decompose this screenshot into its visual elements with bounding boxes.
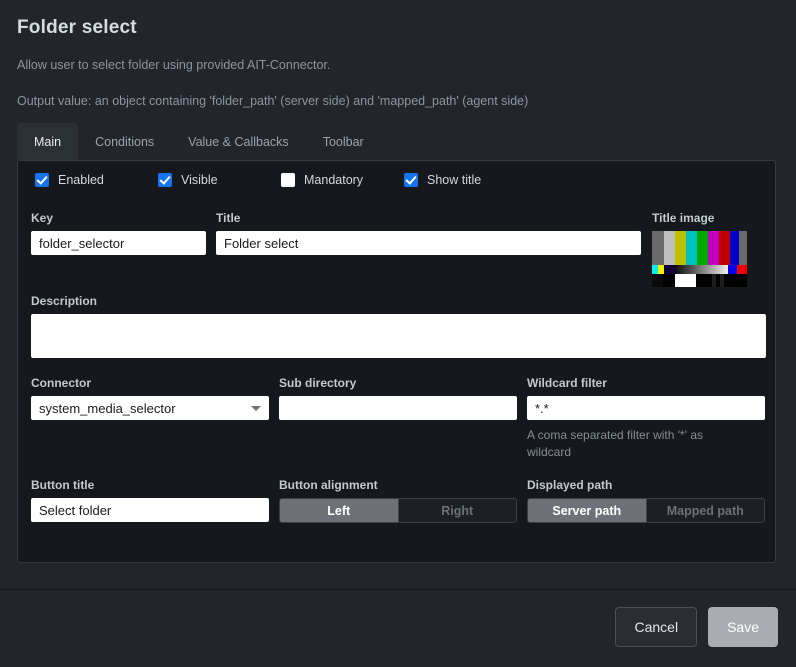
cancel-button[interactable]: Cancel	[615, 607, 698, 647]
checkbox-mandatory-label: Mandatory	[304, 173, 364, 187]
displayed-path-segmented: Server path Mapped path	[527, 498, 765, 523]
displayed-path-label: Displayed path	[527, 478, 613, 492]
connector-select-wrap[interactable]	[31, 396, 269, 420]
button-title-input[interactable]	[31, 498, 269, 522]
tab-value-callbacks[interactable]: Value & Callbacks	[171, 123, 306, 160]
button-title-field-group: Button title	[31, 478, 269, 522]
title-field-group: Title	[216, 211, 641, 255]
displayed-path-server[interactable]: Server path	[528, 499, 647, 522]
checkbox-visible-box[interactable]	[158, 173, 172, 187]
title-input[interactable]	[216, 231, 641, 255]
checkbox-show-title-box[interactable]	[404, 173, 418, 187]
page-description: Allow user to select folder using provid…	[17, 58, 331, 72]
checkbox-visible[interactable]: Visible	[158, 173, 218, 187]
button-alignment-left[interactable]: Left	[280, 499, 399, 522]
title-image-group: Title image	[652, 211, 762, 287]
wildcard-filter-hint: A coma separated filter with '*' as wild…	[527, 428, 703, 459]
tab-toolbar[interactable]: Toolbar	[306, 123, 381, 160]
checkbox-mandatory[interactable]: Mandatory	[281, 173, 363, 187]
title-label: Title	[216, 211, 241, 225]
color-bars-pluge	[652, 274, 747, 287]
folder-select-dialog: Folder select Allow user to select folde…	[0, 0, 796, 667]
checkbox-enabled-label: Enabled	[58, 173, 104, 187]
connector-select[interactable]	[31, 396, 269, 420]
checkbox-enabled-box[interactable]	[35, 173, 49, 187]
key-input[interactable]	[31, 231, 206, 255]
sub-directory-label: Sub directory	[279, 376, 357, 390]
tab-conditions[interactable]: Conditions	[78, 123, 171, 160]
description-label: Description	[31, 294, 98, 308]
title-image-preview[interactable]	[652, 231, 747, 287]
color-bars-primary	[652, 231, 747, 265]
connector-field-group: Connector	[31, 376, 269, 420]
connector-label: Connector	[31, 376, 91, 390]
checkbox-visible-label: Visible	[181, 173, 218, 187]
checkbox-show-title[interactable]: Show title	[404, 173, 481, 187]
checkbox-enabled[interactable]: Enabled	[35, 173, 104, 187]
displayed-path-field-group: Displayed path Server path Mapped path	[527, 478, 765, 523]
color-bars-secondary	[652, 265, 747, 274]
button-title-label: Button title	[31, 478, 95, 492]
description-field-group: Description	[31, 294, 766, 358]
description-textarea[interactable]	[31, 314, 766, 358]
footer-divider	[0, 589, 796, 590]
save-button[interactable]: Save	[708, 607, 778, 647]
key-label: Key	[31, 211, 54, 225]
key-field-group: Key	[31, 211, 206, 255]
page-title: Folder select	[17, 17, 137, 38]
button-alignment-field-group: Button alignment Left Right	[279, 478, 517, 523]
button-alignment-segmented: Left Right	[279, 498, 517, 523]
checkbox-mandatory-box[interactable]	[281, 173, 295, 187]
displayed-path-mapped[interactable]: Mapped path	[647, 499, 765, 522]
main-tab-panel: Enabled Visible Mandatory Show title Key…	[17, 160, 776, 563]
wildcard-filter-input[interactable]	[527, 396, 765, 420]
tab-bar: Main Conditions Value & Callbacks Toolba…	[17, 123, 381, 160]
wildcard-filter-label: Wildcard filter	[527, 376, 607, 390]
button-alignment-right[interactable]: Right	[399, 499, 517, 522]
title-image-label: Title image	[652, 211, 715, 225]
sub-directory-input[interactable]	[279, 396, 517, 420]
checkbox-row: Enabled Visible Mandatory Show title	[18, 173, 775, 197]
wildcard-filter-field-group: Wildcard filter A coma separated filter …	[527, 376, 765, 461]
footer-actions: Cancel Save	[615, 607, 778, 647]
page-output-value: Output value: an object containing 'fold…	[17, 94, 529, 108]
button-alignment-label: Button alignment	[279, 478, 378, 492]
sub-directory-field-group: Sub directory	[279, 376, 517, 420]
tab-main[interactable]: Main	[17, 123, 79, 160]
checkbox-show-title-label: Show title	[427, 173, 482, 187]
